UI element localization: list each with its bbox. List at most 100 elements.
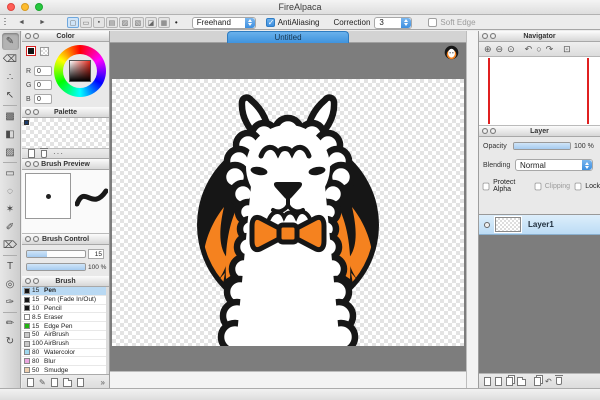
panel-menu-button[interactable] — [490, 33, 496, 39]
transfer-layer-icon[interactable]: ↶ — [545, 377, 552, 386]
brush-tool[interactable]: ✎ — [2, 33, 19, 50]
redo-arrow-icon[interactable]: ► — [39, 19, 46, 26]
brush-list-scrollbar[interactable] — [106, 287, 109, 374]
magic-wand-tool[interactable]: ✶ — [2, 201, 19, 218]
canvas-viewport[interactable] — [110, 43, 466, 371]
layer-folder-icon[interactable] — [517, 379, 526, 386]
move-tool[interactable]: ↖ — [2, 87, 19, 104]
foreground-color-swatch[interactable] — [26, 46, 36, 56]
brush-item[interactable]: 10 Pencil — [22, 305, 109, 314]
toolbar-drag-handle[interactable] — [4, 18, 6, 27]
add-layer-group-icon[interactable] — [495, 377, 502, 386]
snap-settings-icon[interactable]: ▦ — [158, 17, 170, 28]
bucket-tool[interactable]: ▩ — [2, 108, 19, 125]
rotate-tool[interactable]: ↻ — [2, 333, 19, 350]
panel-menu-button[interactable] — [33, 278, 39, 284]
select-stepper-icon[interactable] — [245, 18, 255, 28]
brush-script-icon[interactable] — [77, 378, 84, 387]
zoom-tool[interactable]: ◎ — [2, 276, 19, 293]
brush-size-value[interactable]: 15 — [88, 249, 104, 259]
text-tool[interactable]: T — [2, 258, 19, 275]
protect-alpha-checkbox[interactable] — [483, 182, 490, 190]
correction-stepper-icon[interactable] — [401, 18, 411, 28]
brush-mode-select[interactable]: Freehand — [192, 17, 256, 29]
gradient-tool[interactable]: ◧ — [2, 126, 19, 143]
canvas-vertical-scrollbar[interactable] — [466, 31, 478, 388]
soft-edge-checkbox[interactable] — [428, 18, 437, 27]
panel-menu-button[interactable] — [33, 161, 39, 167]
palette-grid[interactable] — [22, 118, 109, 148]
brush-item[interactable]: 50 AirBrush — [22, 331, 109, 340]
panel-menu-button[interactable] — [33, 109, 39, 115]
antialiasing-checkbox[interactable] — [266, 18, 275, 27]
panel-collapse-button[interactable] — [25, 278, 31, 284]
lock-checkbox[interactable] — [575, 182, 582, 190]
zoom-in-button[interactable]: ⊕ — [484, 44, 492, 55]
select-rect-tool[interactable]: ▭ — [2, 165, 19, 182]
edit-brush-icon[interactable]: ✎ — [39, 378, 46, 387]
delete-layer-icon[interactable] — [556, 377, 562, 385]
brush-opacity-slider[interactable] — [26, 263, 86, 271]
brush-folder-icon[interactable] — [63, 380, 72, 387]
snap-radial-icon[interactable]: ▨ — [119, 17, 131, 28]
lasso-tool[interactable]: ◌ — [2, 183, 19, 200]
clipping-checkbox[interactable] — [534, 182, 541, 190]
panel-collapse-button[interactable] — [25, 109, 31, 115]
add-brush-icon[interactable] — [27, 378, 34, 387]
panel-menu-button[interactable] — [490, 128, 496, 134]
zoom-out-button[interactable]: ⊖ — [496, 44, 504, 55]
document-tab[interactable]: Untitled — [227, 31, 349, 43]
brush-item[interactable]: 100 AirBrush — [22, 340, 109, 349]
green-value-field[interactable]: 0 — [34, 80, 52, 90]
undo-arrow-icon[interactable]: ◄ — [18, 19, 25, 26]
layer-opacity-slider[interactable] — [513, 142, 571, 150]
layer-visibility-icon[interactable] — [484, 222, 490, 228]
palette-swatch[interactable] — [24, 120, 29, 125]
brush-item[interactable]: 15 Pen — [22, 287, 109, 296]
brush-item[interactable]: 50 Smudge — [22, 366, 109, 375]
eraser-tool[interactable]: ⌫ — [2, 51, 19, 68]
delete-palette-color-icon[interactable] — [41, 150, 47, 158]
snap-off-icon[interactable]: ▢ — [67, 17, 79, 28]
dot-tool[interactable]: ∴ — [2, 69, 19, 86]
brush-item[interactable]: 15 Pen (Fade In/Out) — [22, 296, 109, 305]
zoom-reset-button[interactable]: ⊙ — [507, 44, 515, 55]
panel-menu-button[interactable] — [33, 33, 39, 39]
brush-more-icon[interactable]: » — [101, 378, 105, 387]
panel-menu-button[interactable] — [33, 236, 39, 242]
snap-curve-icon[interactable]: ◪ — [145, 17, 157, 28]
snap-ellipse-icon[interactable]: ▧ — [132, 17, 144, 28]
snap-parallel-icon[interactable]: ▭ — [80, 17, 92, 28]
brush-item[interactable]: 8.5 Eraser — [22, 313, 109, 322]
snap-crisscross-icon[interactable]: ▪ — [93, 17, 105, 28]
eyedropper-tool[interactable]: ✑ — [2, 294, 19, 311]
navigator-preview[interactable] — [479, 57, 600, 126]
rotate-cw-button[interactable]: ↷ — [546, 44, 554, 55]
add-layer-icon[interactable] — [484, 377, 491, 386]
fit-window-button[interactable]: ⊡ — [563, 44, 571, 55]
panel-collapse-button[interactable] — [482, 33, 488, 39]
panel-collapse-button[interactable] — [25, 161, 31, 167]
panel-collapse-button[interactable] — [482, 128, 488, 134]
canvas-horizontal-scrollbar[interactable] — [110, 371, 466, 388]
snap-vanishing-icon[interactable]: ▤ — [106, 17, 118, 28]
save-brush-icon[interactable] — [51, 378, 58, 387]
red-value-field[interactable]: 0 — [34, 66, 52, 76]
select-pen-tool[interactable]: ✐ — [2, 219, 19, 236]
snap-point-icon[interactable]: • — [175, 18, 178, 27]
blue-value-field[interactable]: 0 — [34, 94, 52, 104]
brush-item[interactable]: 80 Blur — [22, 357, 109, 366]
background-color-swatch[interactable] — [40, 47, 49, 56]
select-eraser-tool[interactable]: ⌦ — [2, 237, 19, 254]
palette-more-icon[interactable]: ··· — [53, 149, 64, 158]
rotate-reset-button[interactable]: ○ — [536, 44, 541, 54]
blending-select[interactable]: Normal — [515, 159, 593, 171]
panel-collapse-button[interactable] — [25, 236, 31, 242]
brush-item[interactable]: 15 Edge Pen — [22, 322, 109, 331]
pan-tool[interactable]: ✏ — [2, 315, 19, 332]
brush-item[interactable]: 80 Watercolor — [22, 349, 109, 358]
canvas-document[interactable] — [112, 79, 464, 346]
rotate-ccw-button[interactable]: ↶ — [525, 44, 533, 55]
merge-layer-icon[interactable] — [534, 377, 541, 386]
duplicate-layer-icon[interactable] — [506, 377, 513, 386]
